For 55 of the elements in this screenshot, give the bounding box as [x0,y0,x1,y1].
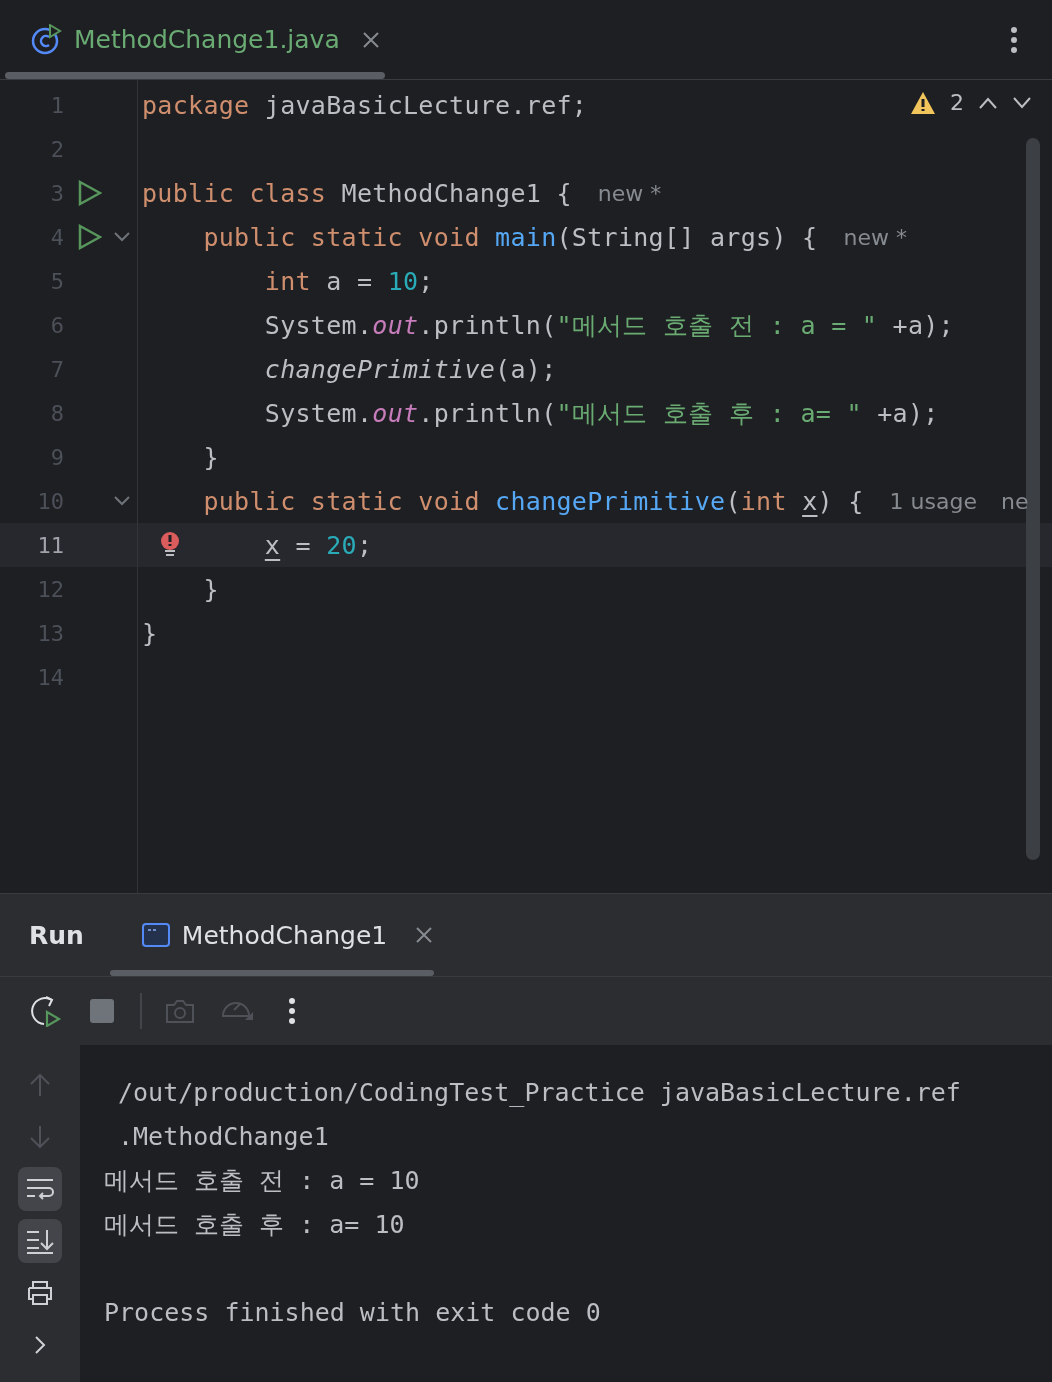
fold-icon[interactable] [114,496,130,506]
soft-wrap-button[interactable] [18,1167,62,1211]
inlay-hint[interactable]: new * [597,180,662,206]
code-line: System.out.println("메서드 호출 후 : a= " +a); [264,397,939,430]
scroll-to-end-icon [25,1227,55,1255]
code-line: int a = 10; [264,266,434,296]
down-arrow-icon [28,1124,52,1150]
more-icon[interactable] [1010,25,1018,54]
code-line: public static void main(String[] args) { [203,222,818,252]
console-line: /out/production/CodingTest_Practice javaBasicLecture.ref [117,1077,961,1109]
console-line: .MethodChange1 [117,1121,330,1153]
inlay-hint[interactable]: 1 usage [889,488,977,514]
class-file-icon [30,23,62,56]
panel-title: Run [29,920,84,950]
code-line: changePrimitive(a); [264,354,557,384]
warning-count: 2 [950,90,964,115]
inlay-hint[interactable]: ne [1000,488,1029,514]
run-icon[interactable] [78,180,102,206]
tab-scrollbar[interactable] [5,72,385,79]
printer-icon [26,1280,54,1306]
close-icon [415,926,434,944]
console-icon [141,923,170,947]
code-line: } [203,574,219,604]
line-number: 11 [36,532,64,558]
rerun-icon [30,995,62,1027]
warning-icon[interactable] [910,90,936,115]
inlay-hint[interactable]: new * [843,224,907,250]
editor-tab[interactable]: MethodChange1.java [30,23,380,56]
next-icon[interactable] [1012,95,1032,110]
tab-scrollbar[interactable] [110,970,434,976]
run-tab[interactable]: MethodChange1 [141,920,434,950]
scroll-to-end-button[interactable] [18,1219,62,1263]
up-arrow-icon [28,1072,52,1098]
code-line: System.out.println("메서드 호출 전 : a = " +a); [264,309,954,342]
more-icon [288,997,296,1025]
code-line: } [203,442,219,472]
error-bulb-icon[interactable] [160,531,180,559]
console-line: 메서드 호출 전 : a = 10 [104,1165,421,1197]
close-icon [361,30,380,49]
run-icon[interactable] [78,224,102,250]
previous-icon[interactable] [978,95,998,110]
soft-wrap-icon [25,1176,55,1202]
fold-icon[interactable] [114,232,130,242]
stop-icon [89,998,115,1024]
gauge-icon [219,1001,253,1021]
code-line: x = 20; [264,530,373,560]
vertical-scrollbar[interactable] [1026,138,1040,860]
code-line: public class MethodChange1 { [142,178,572,208]
console-line: Process finished with exit code 0 [104,1297,602,1329]
code-line: public static void changePrimitive(int x) { [203,486,864,516]
code-line: package javaBasicLecture.ref; [142,90,588,120]
code-line: } [142,618,158,648]
camera-icon [165,998,195,1024]
chevron-right-icon [33,1335,47,1355]
console-line: 메서드 호출 후 : a= 10 [104,1209,406,1241]
